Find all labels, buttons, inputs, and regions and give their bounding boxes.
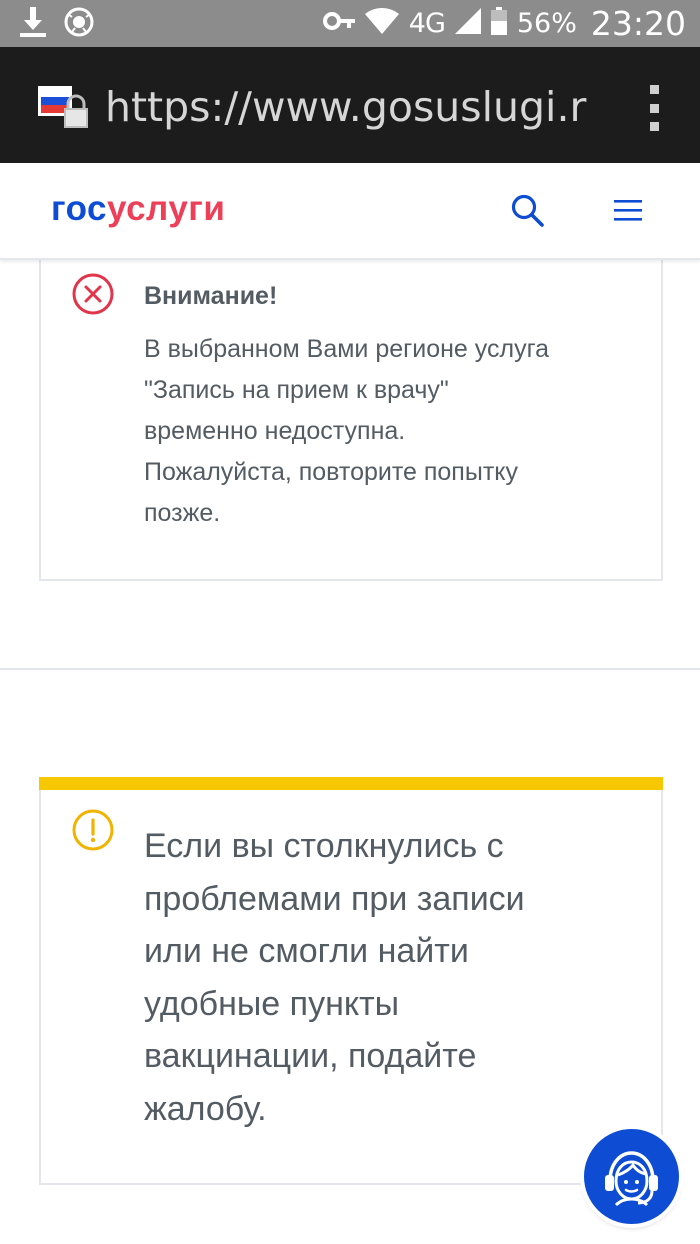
- alert-line: временно недоступна.: [144, 417, 406, 445]
- warning-card: Если вы столкнулись с проблемами при зап…: [39, 777, 663, 1185]
- alert-line: "Запись на прием к врачу": [144, 376, 449, 404]
- site-icon[interactable]: [38, 86, 90, 130]
- section-divider: [0, 668, 700, 670]
- warning-line: Если вы столкнулись с: [144, 827, 504, 865]
- download-icon: [20, 6, 46, 42]
- lock-icon: [64, 94, 88, 128]
- support-agent-icon: [605, 1151, 658, 1207]
- warning-line: проблемами при записи: [144, 879, 525, 918]
- signal-icon: [454, 8, 481, 39]
- app-icon: [64, 7, 94, 42]
- warning-line: удобные пункты: [144, 984, 400, 1023]
- menu-icon[interactable]: [612, 195, 644, 225]
- battery-percent: 56%: [516, 8, 577, 39]
- gosuslugi-logo[interactable]: госуслуги: [51, 189, 225, 229]
- search-icon[interactable]: [510, 193, 546, 229]
- alert-line: В выбранном Вами регионе услуга: [144, 335, 550, 363]
- warning-message[interactable]: Если вы столкнулись с проблемами при зап…: [144, 820, 644, 1135]
- alert-title: Внимание!: [144, 282, 278, 310]
- error-icon: [71, 272, 115, 316]
- clock: 23:20: [590, 4, 686, 43]
- warning-line: вакцинации, подайте: [144, 1037, 477, 1075]
- browser-address-bar: https://www.gosuslugi.r: [0, 47, 700, 163]
- logo-part-uslugi: услуги: [107, 189, 226, 228]
- warning-icon: [71, 808, 115, 852]
- battery-icon: [490, 7, 507, 40]
- alert-line: Пожалуйста, повторите попытку: [144, 458, 518, 486]
- site-header: госуслуги: [0, 163, 700, 260]
- alert-line: позже.: [144, 499, 221, 527]
- url-field[interactable]: https://www.gosuslugi.r: [105, 79, 595, 135]
- status-bar: 4G 56% 23:20: [0, 0, 700, 47]
- alert-message: В выбранном Вами регионе услуга "Запись …: [144, 329, 644, 534]
- key-icon: [322, 11, 355, 36]
- error-alert-card: Внимание! В выбранном Вами регионе услуг…: [39, 250, 663, 581]
- support-chat-button[interactable]: [584, 1129, 679, 1224]
- warning-accent-bar: [39, 777, 663, 790]
- overflow-menu-icon[interactable]: [644, 85, 664, 131]
- wifi-icon: [364, 8, 399, 39]
- warning-line: жалобу.: [144, 1089, 267, 1128]
- logo-part-gos: гос: [51, 189, 107, 228]
- warning-line: или не смогли найти: [144, 932, 469, 970]
- network-type: 4G: [408, 8, 446, 39]
